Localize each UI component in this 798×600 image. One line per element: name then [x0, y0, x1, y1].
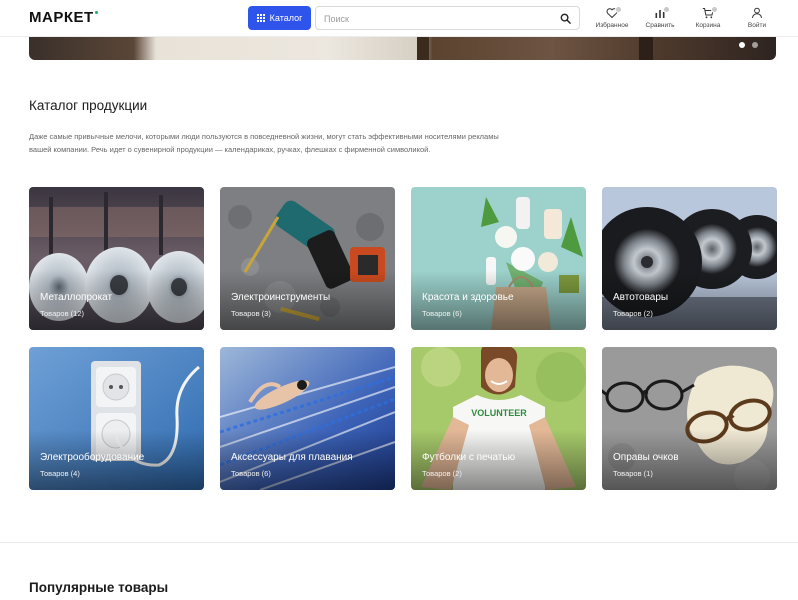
nav-favorites[interactable]: Избранное [590, 6, 634, 29]
category-count: Товаров (3) [231, 309, 271, 318]
section-divider [0, 542, 798, 543]
category-card-tshirts[interactable]: VOLUNTEER Футболки с печатью Товаров (2) [411, 347, 586, 490]
category-card-metal[interactable]: Металлопрокат Товаров (12) [29, 187, 204, 330]
user-icon [752, 7, 762, 19]
logo[interactable]: маркет [29, 9, 98, 26]
search-icon[interactable] [560, 13, 571, 24]
nav-compare[interactable]: Сравнить [638, 6, 682, 29]
category-count: Товаров (2) [422, 469, 462, 478]
category-title: Электроинструменты [231, 292, 331, 303]
category-title: Электрооборудование [40, 452, 145, 463]
category-count: Товаров (6) [231, 469, 271, 478]
category-count: Товаров (4) [40, 469, 80, 478]
category-count: Товаров (1) [613, 469, 653, 478]
category-count: Товаров (12) [40, 309, 84, 318]
search-box [315, 6, 580, 30]
catalog-title: Каталог продукции [29, 98, 148, 113]
category-title: Автотовары [613, 292, 669, 303]
catalog-description: Даже самые привычные мелочи, которыми лю… [29, 132, 499, 154]
grid-icon [256, 14, 265, 22]
catalog-button[interactable]: Каталог [248, 6, 311, 30]
category-title: Металлопрокат [40, 292, 113, 303]
category-card-auto[interactable]: Автотовары Товаров (2) [602, 187, 777, 330]
hero-dot[interactable] [739, 42, 745, 48]
hero-image-detail [417, 37, 429, 60]
hero-banner[interactable] [29, 37, 776, 60]
hero-dot[interactable] [752, 42, 758, 48]
category-count: Товаров (2) [613, 309, 653, 318]
logo-dot [94, 11, 98, 14]
category-count: Товаров (6) [422, 309, 462, 318]
popular-title: Популярные товары [29, 580, 169, 595]
category-card-beauty[interactable]: Красота и здоровье Товаров (6) [411, 187, 586, 330]
nav-compare-label: Сравнить [645, 22, 675, 29]
nav-login[interactable]: Войти [735, 7, 779, 29]
search-input[interactable] [324, 10, 554, 27]
category-title: Оправы очков [613, 452, 679, 463]
category-card-electrical[interactable]: Электрооборудование Товаров (4) [29, 347, 204, 490]
hero-image-detail [639, 37, 653, 60]
compare-badge [663, 6, 670, 13]
category-grid: Металлопрокат Товаров (12) Электроинстру… [29, 187, 777, 490]
category-card-swimming[interactable]: Аксессуары для плавания Товаров (6) [220, 347, 395, 490]
category-card-glasses[interactable]: Оправы очков Товаров (1) [602, 347, 777, 490]
nav-cart-label: Корзина [695, 22, 721, 29]
category-title: Аксессуары для плавания [231, 452, 353, 463]
nav-login-label: Войти [747, 22, 767, 29]
site-header: маркет Каталог Избранное Сравнить Корзин… [0, 0, 798, 37]
tshirt-print-text: VOLUNTEER [471, 408, 527, 418]
catalog-button-label: Каталог [269, 13, 303, 23]
nav-cart[interactable]: Корзина [686, 6, 730, 29]
logo-text: маркет [29, 9, 94, 26]
category-card-power-tools[interactable]: Электроинструменты Товаров (3) [220, 187, 395, 330]
hero-pagination [739, 42, 758, 48]
category-title: Красота и здоровье [422, 292, 514, 303]
category-title: Футболки с печатью [422, 452, 516, 463]
cart-badge [711, 6, 718, 13]
nav-favorites-label: Избранное [595, 22, 629, 29]
favorites-badge [615, 6, 622, 13]
